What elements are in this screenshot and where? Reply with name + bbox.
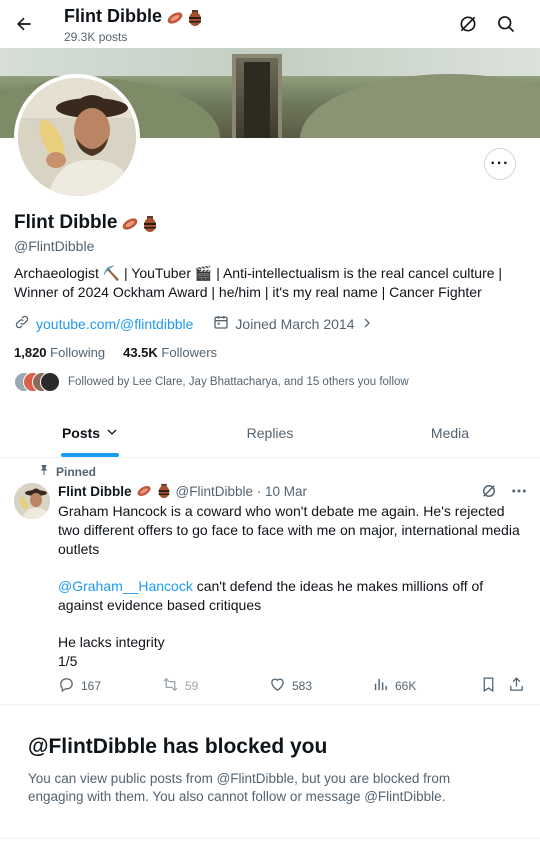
tab-media-label: Media [430,424,470,441]
tab-posts-label: Posts [61,424,101,441]
sausage-emoji-icon [121,215,138,231]
active-tab-indicator [61,453,119,457]
mini-avatar [40,372,60,392]
post-author-name[interactable]: Flint Dibble [58,484,132,499]
followers-count: 43.5K [123,345,158,360]
profile-avatar[interactable] [14,74,140,200]
back-arrow-icon[interactable] [10,10,38,38]
like-button[interactable]: 583 [269,676,312,696]
share-button[interactable] [508,676,525,696]
repost-count: 59 [185,679,199,693]
follow-stats: 1,820 Following 43.5K Followers [14,345,217,360]
reply-button[interactable]: 167 [58,676,101,696]
repost-button[interactable]: 59 [162,676,198,696]
reply-count: 167 [81,679,102,693]
followed-by-avatars [14,372,60,392]
profile-tabs: Posts Replies Media [0,408,540,458]
share-icon [508,676,525,696]
pinned-label: Pinned [56,464,97,479]
profile-name: Flint Dibble [14,212,118,233]
chevron-right-icon[interactable] [361,316,373,332]
mention-link[interactable]: @Graham__Hancock [58,578,193,594]
post-paragraph-1: Graham Hancock is a coward who won't deb… [58,503,520,557]
grok-icon[interactable] [456,12,480,36]
header-name-row: Flint Dibble [64,6,202,27]
post-header: Flint Dibble @FlintDibble · 10 Mar [58,483,307,499]
following-link[interactable]: 1,820 Following [14,345,105,360]
profile-name-row: Flint Dibble [14,212,157,234]
header-post-count: 29.3K posts [64,30,128,44]
tab-posts[interactable]: Posts [0,408,180,457]
post-divider [0,704,540,705]
bottom-divider [0,838,540,839]
link-icon [14,314,30,333]
heart-icon [269,676,286,696]
blocked-title: @FlintDibble has blocked you [28,735,328,758]
followed-by-text: Followed by Lee Clare, Jay Bhattacharya,… [68,376,409,388]
bio-line-2: Winner of 2024 Ockham Award | he/him | i… [14,284,482,300]
post-thread-count: 1/5 [58,653,78,669]
search-icon[interactable] [494,12,518,36]
like-count: 583 [292,679,313,693]
amphora-emoji-icon [156,483,172,499]
bio-line-1: Archaeologist ⛏️ | YouTuber 🎬 | Anti-int… [14,265,503,281]
top-bar: Flint Dibble 29.3K posts [0,0,540,48]
bookmark-button[interactable] [480,676,497,696]
followed-by-row[interactable]: Followed by Lee Clare, Jay Bhattacharya,… [14,372,409,392]
profile-handle: @FlintDibble [14,238,95,254]
chevron-down-icon [106,425,118,441]
profile-joined-date: Joined March 2014 [235,315,355,332]
banner-hill-right [300,74,540,138]
followers-link[interactable]: 43.5K Followers [123,345,217,360]
profile-website-link[interactable]: youtube.com/@flintdibble [36,316,193,332]
reply-icon [58,676,75,696]
amphora-emoji-icon [186,9,202,26]
more-options-button[interactable]: ··· [484,148,516,180]
post-author-avatar[interactable] [14,483,50,519]
post-body: Graham Hancock is a coward who won't deb… [58,502,528,671]
blocked-description: You can view public posts from @FlintDib… [28,771,451,804]
views-icon [372,676,389,696]
tab-replies[interactable]: Replies [180,408,360,457]
profile-meta-row: youtube.com/@flintdibble Joined March 20… [14,314,373,333]
tab-media[interactable]: Media [360,408,540,457]
views-count: 66K [395,679,417,693]
followers-label: Followers [161,345,218,360]
post-line-integrity: He lacks integrity [58,634,165,650]
profile-bio: Archaeologist ⛏️ | YouTuber 🎬 | Anti-int… [14,264,524,302]
following-count: 1,820 [14,345,47,360]
bookmark-icon [480,676,497,696]
repost-icon [162,676,179,696]
tab-replies-label: Replies [246,424,294,441]
calendar-icon [213,314,229,333]
amphora-emoji-icon [141,215,157,232]
pinned-indicator: Pinned [38,464,96,479]
following-label: Following [50,345,106,360]
sausage-emoji-icon [136,483,152,499]
sausage-emoji-icon [166,9,183,25]
post-actions: 167 59 583 66K [58,676,528,696]
header-name: Flint Dibble [64,6,162,26]
banner-tomb-passage [244,62,270,138]
pin-icon [38,464,50,479]
views-button[interactable]: 66K [372,676,416,696]
post-handle-date[interactable]: @FlintDibble · 10 Mar [176,484,308,499]
post-paragraph-3: He lacks integrity 1/5 [58,633,528,671]
post-paragraph-2: @Graham__Hancock can't defend the ideas … [58,577,528,615]
